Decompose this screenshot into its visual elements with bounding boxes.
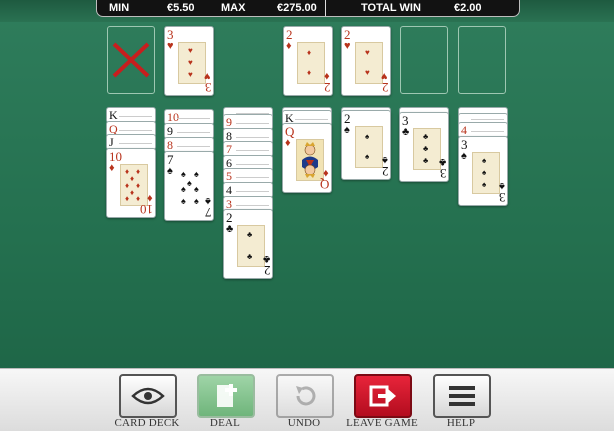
tableau-card[interactable]: 10 ♦ ♦ ♦ ♦ ♦ ♦ ♦ ♦ ♦ 10 ♦ [106, 148, 156, 218]
waste-card[interactable]: 3 ♥ ♥ ♥ ♥ 3 ♥ [164, 26, 214, 96]
max-value: €275.00 [277, 2, 317, 14]
card-face: ♦ ♦ [297, 42, 325, 84]
card-face: ♠ ♠ ♠ ♠ ♠ ♠ ♠ [178, 167, 204, 207]
card-rank: 5 [226, 169, 232, 183]
deal-button[interactable]: DEAL [195, 374, 255, 430]
card-rank: 9 [226, 115, 232, 129]
leave-game-button[interactable]: LEAVE GAME [346, 374, 418, 430]
card-suit: ♠ [461, 150, 467, 162]
card-suit: ♣ [226, 223, 234, 235]
card-rank: 10 [167, 110, 179, 124]
card-suit-bottom: ♥ [204, 70, 211, 82]
total-win-label: TOTAL WIN [361, 2, 421, 14]
undo-button[interactable]: UNDO [274, 374, 334, 430]
card-rank: K [109, 108, 118, 122]
card-suit: ♣ [402, 126, 410, 138]
card-rank-bottom: 3 [498, 190, 506, 205]
tableau-card[interactable]: 7 ♠ ♠ ♠ ♠ ♠ ♠ ♠ ♠ 7 ♠ [164, 151, 214, 221]
card-rank: J [109, 135, 114, 149]
card-suit: ♥ [344, 40, 351, 52]
stakes-panel: MIN €5.50 MAX €275.00 TOTAL WIN €2.00 [96, 0, 520, 17]
eye-icon [119, 374, 177, 418]
card-face: ♥ ♥ ♥ [178, 42, 206, 84]
max-label: MAX [221, 2, 246, 14]
foundation-2[interactable]: 2 ♥ ♥ ♥ 2 ♥ [341, 26, 391, 96]
card-rank: 4 [226, 183, 232, 197]
card-suit-bottom: ♠ [205, 195, 211, 207]
card-rank-bottom: 10 [140, 202, 153, 217]
min-label: MIN [109, 2, 130, 14]
min-value: €5.50 [167, 2, 195, 14]
foundation-3-empty[interactable] [400, 26, 448, 94]
menu-icon [433, 374, 491, 418]
card-suit: ♦ [286, 40, 292, 52]
card-suit-bottom: ♠ [499, 180, 505, 192]
bottom-toolbar: CARD DECK DEAL UNDO LEAVE GAME HELP [0, 368, 614, 431]
card-suit-bottom: ♥ [381, 70, 388, 82]
card-face: ♦ ♦ ♦ ♦ ♦ ♦ ♦ ♦ [120, 164, 148, 206]
card-suit-bottom: ♣ [262, 253, 270, 265]
card-rank-bottom: 7 [204, 205, 212, 220]
deal-card-plus-icon [197, 374, 255, 418]
card-rank-bottom: Q [319, 177, 329, 192]
card-rank-bottom: 2 [381, 164, 389, 179]
foundation-1[interactable]: 2 ♦ ♦ ♦ 2 ♦ [283, 26, 333, 96]
tableau-card[interactable]: 3 ♠ ♠ ♠ ♠ 3 ♠ [458, 136, 508, 206]
card-suit-bottom: ♠ [382, 154, 388, 166]
card-rank-bottom: 3 [204, 80, 212, 95]
card-rank-bottom: 2 [263, 263, 271, 278]
foundation-4-empty[interactable] [458, 26, 506, 94]
card-face: ♠ ♠ [355, 126, 383, 168]
card-suit: ♦ [285, 137, 291, 149]
card-rank: 4 [461, 123, 467, 137]
card-face: ♣ ♣ [237, 225, 265, 267]
card-suit: ♦ [109, 162, 115, 174]
card-suit-bottom: ♦ [323, 167, 329, 179]
card-rank-bottom: 2 [323, 80, 331, 95]
exit-icon [354, 374, 412, 418]
help-label: HELP [446, 417, 476, 429]
red-x-icon [112, 42, 150, 78]
hud-divider [325, 0, 326, 16]
card-face: ♣ ♣ ♣ [413, 128, 441, 170]
tableau-card[interactable]: 3 ♣ ♣ ♣ ♣ 3 ♣ [399, 112, 449, 182]
card-suit: ♥ [167, 40, 174, 52]
card-rank: 7 [226, 142, 232, 156]
card-suit-bottom: ♦ [147, 192, 153, 204]
card-face: ♥ ♥ [355, 42, 383, 84]
card-deck-button[interactable]: CARD DECK [114, 374, 179, 430]
card-rank-bottom: 3 [439, 166, 447, 181]
card-rank-bottom: 2 [381, 80, 389, 95]
card-suit: ♠ [344, 124, 350, 136]
card-suit-bottom: ♦ [324, 70, 330, 82]
total-win-value: €2.00 [454, 2, 482, 14]
card-suit: ♠ [167, 165, 173, 177]
tableau-card[interactable]: 2 ♠ ♠ ♠ 2 ♠ [341, 110, 391, 180]
help-button[interactable]: HELP [431, 374, 491, 430]
top-bar: MIN €5.50 MAX €275.00 TOTAL WIN €2.00 [0, 0, 614, 22]
tableau-card[interactable]: Q ♦ Q ♦ [282, 123, 332, 193]
undo-icon [276, 374, 334, 418]
tableau-card[interactable]: 2 ♣ ♣ ♣ 2 ♣ [223, 209, 273, 279]
card-rank: 8 [167, 138, 173, 152]
card-suit-bottom: ♣ [438, 156, 446, 168]
card-rank: 9 [167, 124, 173, 138]
card-face: ♠ ♠ ♠ [472, 152, 500, 194]
queen-portrait [296, 139, 324, 181]
